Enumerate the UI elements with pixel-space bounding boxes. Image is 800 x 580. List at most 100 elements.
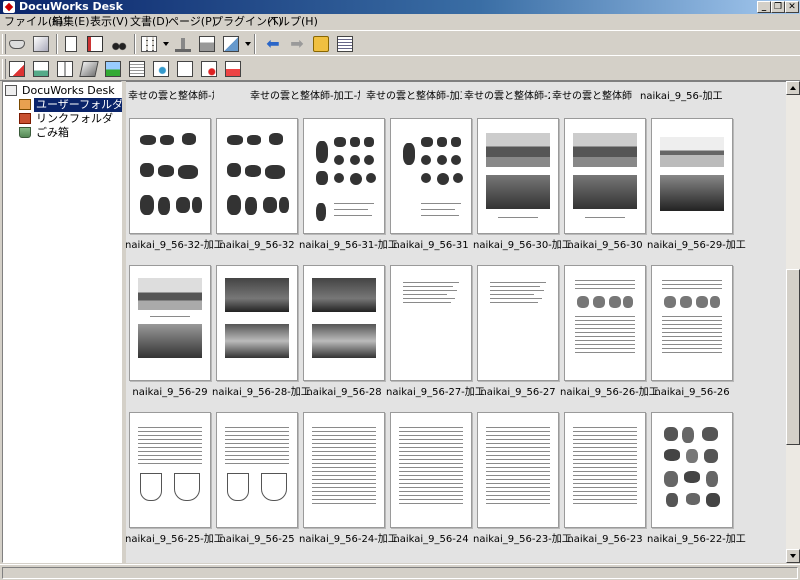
menu-help[interactable]: ヘルプ(H) [268,15,318,29]
document-label[interactable]: naikai_9_56-24-加工 [299,533,398,547]
binder-button[interactable] [198,59,220,79]
document-label[interactable]: naikai_9_56-22-加工 [647,533,746,547]
document-label[interactable]: naikai_9_56-29 [126,386,215,400]
document-label[interactable]: naikai_9_56-26 [647,386,737,400]
document-label[interactable]: naikai_9_56-25 [212,533,302,547]
document-thumbnail[interactable] [303,412,385,528]
storage-box-icon [33,36,49,52]
document-thumbnail[interactable] [651,265,733,381]
menu-view[interactable]: 表示(V) [90,15,128,29]
folder-icon [19,99,31,110]
document-label[interactable]: naikai_9_56-32 [212,239,302,253]
forward-button[interactable]: ➡ [286,34,308,54]
document-grid: 幸せの雲と整体師-加工-加工-加工 幸せの雲と整体師-加工-加工 幸せの雲と整体… [126,81,786,563]
minimize-button[interactable]: _ [757,1,771,13]
document-label[interactable]: naikai_9_56-27 [473,386,563,400]
scrollbar-thumb[interactable] [786,269,800,445]
viewer-button[interactable] [30,59,52,79]
trash-icon [19,127,31,138]
document-thumbnail[interactable] [477,412,559,528]
thumbnail-view-button[interactable] [138,34,160,54]
document-thumbnail[interactable] [564,412,646,528]
folder-up-button[interactable] [310,34,332,54]
document-label[interactable]: 幸せの雲と整体師 [552,90,638,104]
desk-icon [5,85,17,96]
document-props-icon [129,61,145,77]
upload-button[interactable] [172,34,194,54]
menu-edit[interactable]: 編集(E) [52,15,90,29]
toolbar-separator [134,34,136,54]
document-label[interactable]: naikai_9_56-加工 [640,90,726,104]
document-label[interactable]: 幸せの雲と整体師-加工-加工 [250,90,360,104]
document-thumbnail[interactable] [216,118,298,234]
view-dropdown-arrow[interactable] [163,42,169,46]
viewer-icon [33,61,49,77]
document-label[interactable]: naikai_9_56-23-加工 [473,533,572,547]
document-thumbnail[interactable] [564,118,646,234]
document-label[interactable]: 幸せの雲と整体師-2 [464,90,550,104]
document-label[interactable]: naikai_9_56-25-加工 [126,533,224,547]
document-new-button[interactable] [60,34,82,54]
document-thumbnail[interactable] [303,265,385,381]
split-view-button[interactable] [54,59,76,79]
annotation-button[interactable] [6,59,28,79]
document-label[interactable]: naikai_9_56-30-加工 [473,239,572,253]
open-tray-button[interactable] [6,34,28,54]
fax-button[interactable] [222,59,244,79]
binoculars-button[interactable] [108,34,130,54]
document-label[interactable]: 幸せの雲と整体師-加工-加工 [366,90,462,104]
document-label[interactable]: naikai_9_56-28-加工 [212,386,311,400]
document-thumbnail[interactable] [390,265,472,381]
document-thumbnail[interactable] [651,118,733,234]
document-thumbnail[interactable] [129,118,211,234]
ocr-button[interactable] [174,59,196,79]
scan-button[interactable] [78,59,100,79]
document-thumbnail[interactable] [651,412,733,528]
print-button[interactable] [196,34,218,54]
menu-page[interactable]: ページ(P) [168,15,216,29]
link-folder-icon [19,113,31,124]
document-thumbnail[interactable] [390,118,472,234]
split-view-icon [57,61,73,77]
document-thumbnail[interactable] [129,412,211,528]
storage-box-button[interactable] [30,34,52,54]
document-thumbnail[interactable] [216,412,298,528]
document-label[interactable]: naikai_9_56-28 [299,386,389,400]
document-thumbnail[interactable] [477,118,559,234]
document-label[interactable]: naikai_9_56-26-加工 [560,386,659,400]
toolbar-separator [254,34,256,54]
document-label[interactable]: naikai_9_56-31-加工 [299,239,398,253]
forward-arrow-icon: ➡ [290,34,304,53]
document-label[interactable]: naikai_9_56-27-加工 [386,386,485,400]
document-props-button[interactable] [126,59,148,79]
close-button[interactable]: ✕ [785,1,799,13]
document-thumbnail[interactable] [564,265,646,381]
document-thumbnail[interactable] [390,412,472,528]
menu-document[interactable]: 文書(D) [130,15,169,29]
restore-button[interactable]: ❐ [771,1,785,13]
doc-search-button[interactable] [150,59,172,79]
convert-button[interactable] [220,34,242,54]
document-thumbnail[interactable] [303,118,385,234]
image-edit-button[interactable] [102,59,124,79]
document-label[interactable]: naikai_9_56-31 [386,239,476,253]
document-thumbnail[interactable] [129,265,211,381]
document-new-icon [65,36,77,52]
convert-dropdown-arrow[interactable] [245,42,251,46]
book-button[interactable] [84,34,106,54]
image-edit-icon [105,61,121,77]
scroll-up-button[interactable] [786,81,800,95]
back-button[interactable]: ⬅ [262,34,284,54]
document-label[interactable]: 幸せの雲と整体師-加工-加工-加工 [128,90,214,104]
document-thumbnail[interactable] [477,265,559,381]
scroll-down-button[interactable] [786,549,800,563]
document-label[interactable]: naikai_9_56-29-加工 [647,239,746,253]
vertical-scrollbar[interactable] [786,81,800,563]
up-arrow-icon [790,86,796,90]
document-thumbnail[interactable] [216,265,298,381]
document-label[interactable]: naikai_9_56-30 [560,239,650,253]
document-label[interactable]: naikai_9_56-32-加工 [126,239,224,253]
document-label[interactable]: naikai_9_56-23 [560,533,650,547]
list-view-button[interactable] [334,34,356,54]
document-label[interactable]: naikai_9_56-24 [386,533,476,547]
